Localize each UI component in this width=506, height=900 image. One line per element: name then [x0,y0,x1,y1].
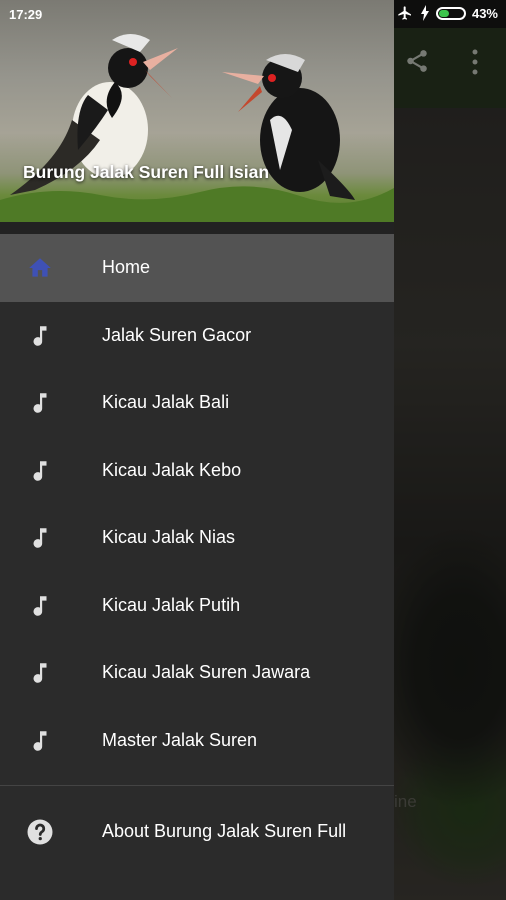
menu-item-label: Home [102,257,151,277]
music-note-icon [33,663,47,683]
menu-item-label: Kicau Jalak Bali [102,392,230,412]
menu-item-label: Kicau Jalak Suren Jawara [102,662,311,682]
status-icons: 43% [396,5,498,21]
header-divider [0,222,394,234]
status-time: 17:29 [9,7,43,22]
drawer-header-title: Burung Jalak Suren Full Isian [23,162,270,182]
music-note-icon [33,528,47,548]
music-note-icon [33,595,47,616]
charging-icon [420,5,429,21]
menu-divider [0,785,394,786]
menu-item-master-jalak-suren[interactable]: Master Jalak Suren [0,707,394,775]
menu-item-kicau-jalak-kebo[interactable]: Kicau Jalak Kebo [0,437,394,505]
menu-item-jalak-suren-gacor[interactable]: Jalak Suren Gacor [0,302,394,370]
music-note-icon [33,460,47,481]
menu-item-label: Master Jalak Suren [102,729,258,750]
navigation-drawer: Burung Jalak Suren Full Isian Home Jalak… [0,0,394,900]
battery-icon [435,6,466,20]
music-note-icon [33,730,47,751]
menu-item-about[interactable]: About Burung Jalak Suren Full [0,796,394,868]
drawer-header: Burung Jalak Suren Full Isian [0,0,394,222]
status-bar: 17:29 43% [0,0,506,28]
menu-item-kicau-jalak-suren-jawara[interactable]: Kicau Jalak Suren Jawara [0,639,394,707]
airplane-icon [398,6,411,20]
menu-item-label: Kicau Jalak Putih [102,594,241,615]
menu-item-label: Kicau Jalak Nias [102,527,236,547]
battery-percent: 43% [471,5,498,21]
drawer-menu: Home Jalak Suren Gacor Kicau Jalak Bali … [0,234,394,774]
menu-item-kicau-jalak-putih[interactable]: Kicau Jalak Putih [0,572,394,640]
menu-item-kicau-jalak-bali[interactable]: Kicau Jalak Bali [0,369,394,437]
menu-item-label: Jalak Suren Gacor [102,324,252,345]
help-circle-icon [27,819,53,845]
menu-item-kicau-jalak-nias[interactable]: Kicau Jalak Nias [0,504,394,572]
menu-item-label: About Burung Jalak Suren Full [102,821,347,841]
menu-item-label: Kicau Jalak Kebo [102,459,242,480]
music-note-icon [33,325,47,346]
music-note-icon [33,393,47,413]
menu-item-home[interactable]: Home [0,234,394,302]
header-bird-image [0,34,394,222]
home-icon [29,258,51,277]
